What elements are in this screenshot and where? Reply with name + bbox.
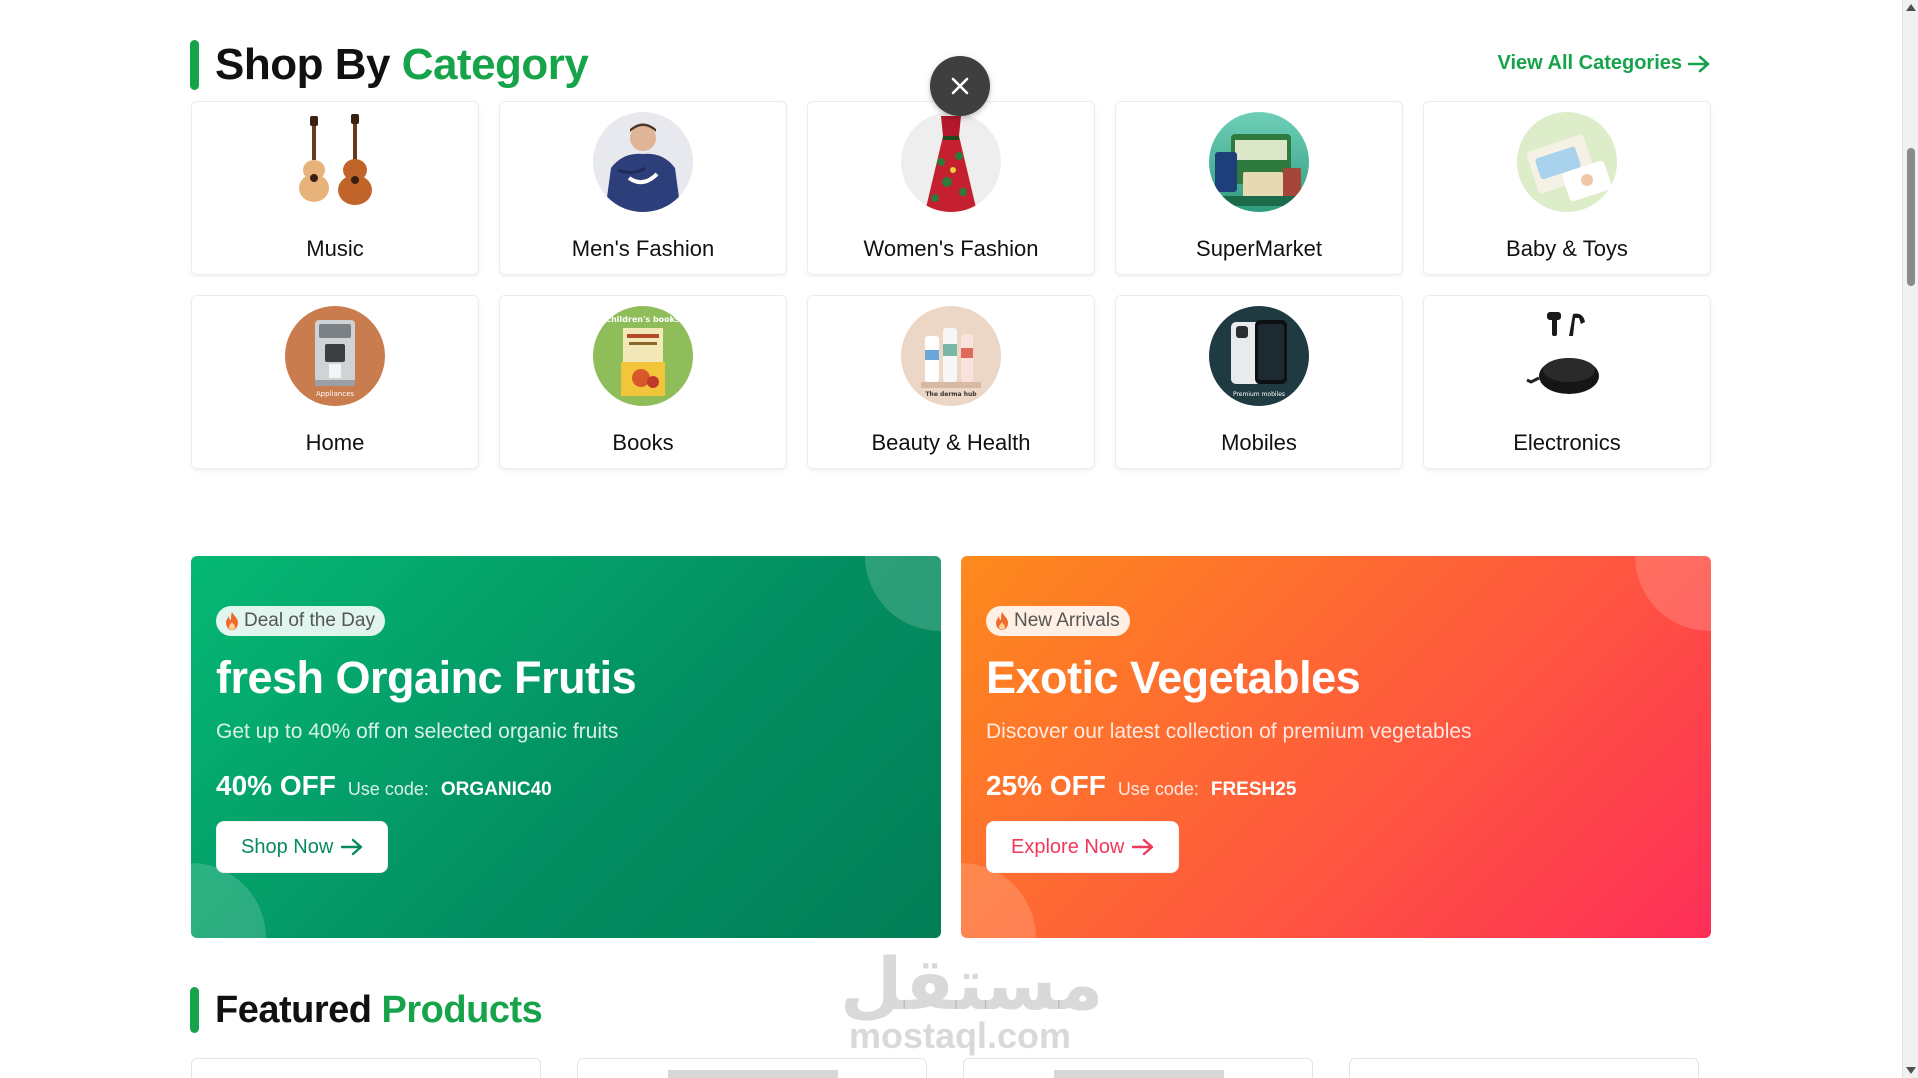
smartphone-icon: Premium mobiles (1209, 306, 1309, 406)
category-card-beauty-health[interactable]: The derma hub Beauty & Health (807, 295, 1095, 469)
discount-value: 40% OFF (216, 770, 336, 801)
badge-label: New Arrivals (1014, 610, 1120, 631)
watermark-arabic: مستقل (840, 942, 1104, 1026)
arrow-right-icon (1688, 55, 1710, 72)
groceries-icon (1209, 112, 1309, 212)
flame-icon (226, 612, 238, 630)
arrow-right-icon (341, 838, 363, 856)
product-image (668, 1070, 838, 1078)
svg-text:The derma hub: The derma hub (925, 391, 977, 398)
decorative-circle (961, 863, 1036, 938)
promo-offer: 25% OFF Use code: FRESH25 (986, 770, 1296, 802)
flame-icon (996, 612, 1008, 630)
page: Shop By Category View All Categories Mus… (0, 0, 1918, 1078)
badge-label: Deal of the Day (244, 610, 375, 631)
title-green-part: Category (401, 40, 589, 89)
product-image (1054, 1070, 1224, 1078)
decorative-circle (191, 863, 266, 938)
appliance-icon: Appliances (285, 306, 385, 406)
category-card-mobiles[interactable]: Premium mobiles Mobiles (1115, 295, 1403, 469)
category-label: Men's Fashion (571, 236, 715, 261)
title-green-part: Products (381, 988, 543, 1031)
category-label: Electronics (1513, 430, 1621, 455)
promo-badge: New Arrivals (986, 606, 1130, 636)
category-label: Beauty & Health (871, 430, 1031, 455)
baby-products-icon (1517, 112, 1617, 212)
svg-text:Appliances: Appliances (316, 390, 354, 398)
featured-section-header: Featured Products (190, 987, 543, 1033)
category-label: Music (306, 236, 364, 261)
category-card-electronics[interactable]: Electronics (1423, 295, 1711, 469)
button-label: Shop Now (241, 835, 334, 858)
shop-now-button[interactable]: Shop Now (216, 821, 389, 873)
category-card-home[interactable]: Appliances Home (191, 295, 479, 469)
product-card[interactable] (1349, 1058, 1699, 1078)
promo-title: fresh Orgainc Frutis (216, 652, 637, 703)
scroll-up-icon[interactable] (1906, 4, 1916, 11)
dress-icon (901, 112, 1001, 212)
category-label: SuperMarket (1196, 236, 1322, 261)
use-code-label: Use code: (1117, 779, 1199, 799)
guitar-icon (285, 112, 385, 212)
vertical-scrollbar[interactable] (1902, 0, 1918, 1078)
category-section-header: Shop By Category (190, 40, 589, 90)
product-card[interactable] (963, 1058, 1313, 1078)
category-card-baby-toys[interactable]: Baby & Toys (1423, 101, 1711, 275)
title-dark-part: Featured (215, 988, 372, 1031)
promo-banner-deal-of-the-day: Deal of the Day fresh Orgainc Frutis Get… (191, 556, 941, 938)
category-label: Books (612, 430, 674, 455)
use-code-label: Use code: (347, 779, 429, 799)
close-button[interactable] (930, 56, 990, 116)
title-dark-part: Shop By (215, 40, 390, 89)
category-card-mens-fashion[interactable]: Men's Fashion (499, 101, 787, 275)
category-grid: Music Men's Fashion Women's Fashion Supe… (191, 101, 1711, 469)
promo-subtitle: Discover our latest collection of premiu… (986, 720, 1472, 743)
books-icon: children's books (593, 306, 693, 406)
svg-text:children's books: children's books (606, 315, 680, 324)
category-card-supermarket[interactable]: SuperMarket (1115, 101, 1403, 275)
skincare-icon: The derma hub (901, 306, 1001, 406)
category-card-books[interactable]: children's books Books (499, 295, 787, 469)
close-icon (951, 77, 969, 95)
scroll-thumb[interactable] (1907, 148, 1915, 286)
promo-badge: Deal of the Day (216, 606, 385, 636)
scroll-down-icon[interactable] (1906, 1067, 1916, 1074)
section-accent-bar (190, 987, 199, 1033)
explore-now-button[interactable]: Explore Now (986, 821, 1180, 873)
category-card-music[interactable]: Music (191, 101, 479, 275)
category-section-title: Shop By Category (215, 40, 589, 90)
featured-section-title: Featured Products (215, 988, 543, 1032)
earbuds-icon (1517, 306, 1617, 406)
view-all-label: View All Categories (1497, 52, 1682, 74)
promo-code: FRESH25 (1210, 779, 1297, 800)
promo-banner-new-arrivals: New Arrivals Exotic Vegetables Discover … (961, 556, 1711, 938)
product-card[interactable] (577, 1058, 927, 1078)
category-label: Home (305, 430, 365, 455)
decorative-circle (865, 556, 941, 631)
category-label: Baby & Toys (1506, 236, 1628, 261)
promo-code: ORGANIC40 (440, 779, 552, 800)
promo-offer: 40% OFF Use code: ORGANIC40 (216, 770, 552, 802)
watermark-latin: mostaql.com (848, 1015, 1072, 1056)
discount-value: 25% OFF (986, 770, 1106, 801)
arrow-right-icon (1132, 838, 1154, 856)
svg-text:Premium mobiles: Premium mobiles (1233, 391, 1285, 398)
section-accent-bar (190, 40, 199, 90)
decorative-circle (1635, 556, 1711, 631)
button-label: Explore Now (1011, 835, 1125, 858)
product-card[interactable] (191, 1058, 541, 1078)
promo-title: Exotic Vegetables (986, 652, 1361, 703)
category-label: Women's Fashion (863, 236, 1039, 261)
mens-hoodie-icon (593, 112, 693, 212)
category-card-womens-fashion[interactable]: Women's Fashion (807, 101, 1095, 275)
view-all-categories-link[interactable]: View All Categories (1497, 52, 1710, 75)
promo-subtitle: Get up to 40% off on selected organic fr… (216, 720, 619, 743)
watermark: مستقل mostaql.com (840, 942, 1104, 1056)
category-label: Mobiles (1221, 430, 1297, 455)
